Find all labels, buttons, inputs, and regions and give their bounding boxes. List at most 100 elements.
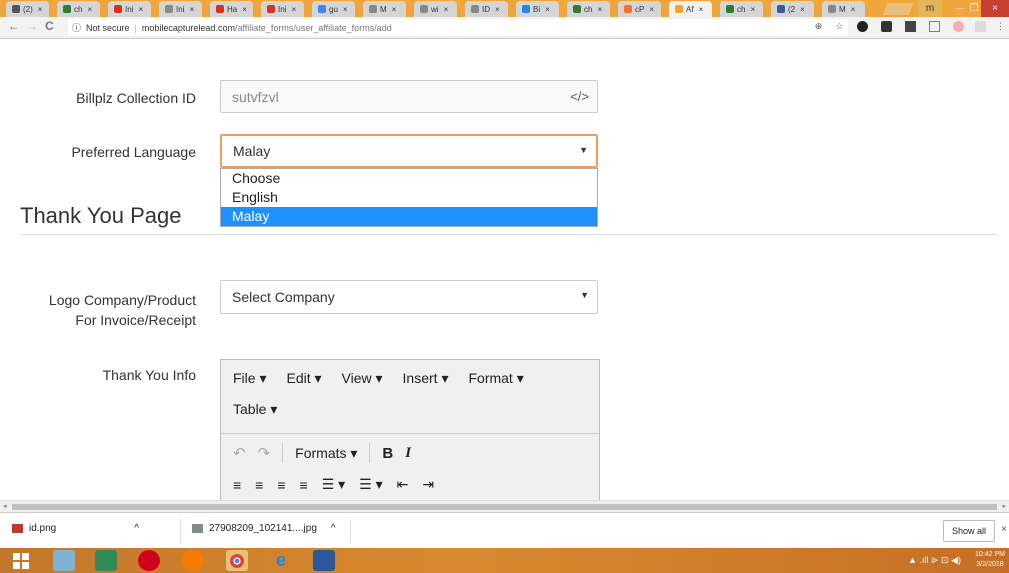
code-icon[interactable]: </> — [570, 89, 589, 104]
extension-gray-icon[interactable] — [975, 21, 986, 32]
menu-file[interactable]: File ▾ — [233, 370, 266, 397]
extension-n-icon[interactable] — [929, 21, 940, 32]
billplz-collection-input[interactable]: sutvfzvl </> — [220, 80, 598, 113]
file-explorer-icon[interactable] — [53, 550, 75, 571]
redo-icon[interactable]: ↷ — [258, 444, 271, 462]
menu-table[interactable]: Table ▾ — [233, 401, 277, 417]
browser-tab[interactable]: ch × — [567, 1, 610, 17]
tab-close-icon[interactable]: × — [392, 5, 397, 14]
indent-icon[interactable]: ⇥ — [422, 476, 434, 493]
outdent-icon[interactable]: ⇤ — [397, 476, 409, 493]
tab-close-icon[interactable]: × — [242, 5, 247, 14]
formats-dropdown[interactable]: Formats ▾ — [295, 445, 357, 462]
new-tab-button[interactable] — [882, 3, 914, 15]
tab-close-icon[interactable]: × — [444, 5, 449, 14]
url-field[interactable]: ⓘ Not secure | mobilecapturelead.com/aff… — [68, 19, 848, 36]
store-icon[interactable] — [95, 550, 117, 571]
tab-close-icon[interactable]: × — [495, 5, 500, 14]
browser-tab[interactable]: Ini × — [261, 1, 304, 17]
tab-close-icon[interactable]: × — [189, 5, 194, 14]
tab-close-icon[interactable]: × — [851, 5, 856, 14]
logo-company-select[interactable]: Select Company ▼ — [220, 280, 598, 314]
chevron-up-icon[interactable]: ^ — [331, 523, 336, 534]
extension-dark-icon[interactable] — [857, 21, 868, 32]
browser-tab[interactable]: (2 × — [771, 1, 814, 17]
browser-tab[interactable]: Ha × — [210, 1, 253, 17]
bold-button[interactable]: B — [382, 445, 393, 462]
rich-text-editor[interactable]: File ▾ Edit ▾ View ▾ Insert ▾ Format ▾ T… — [220, 359, 600, 500]
start-button[interactable] — [10, 550, 32, 571]
language-option-malay[interactable]: Malay — [221, 207, 597, 226]
scroll-left-arrow[interactable]: ◂ — [3, 502, 7, 510]
browser-tab[interactable]: Bi × — [516, 1, 559, 17]
clock[interactable]: 10:42 PM 3/2/2018 — [975, 550, 1005, 570]
align-justify-icon[interactable]: ≡ — [300, 477, 308, 493]
zoom-icon[interactable]: ⊕ — [813, 21, 824, 32]
bullet-list-icon[interactable]: ☰ ▾ — [322, 476, 345, 493]
word-icon[interactable] — [313, 550, 335, 571]
language-option-english[interactable]: English — [221, 188, 597, 207]
user-profile-button[interactable]: m — [918, 0, 942, 17]
numbered-list-icon[interactable]: ☰ ▾ — [359, 476, 382, 493]
tab-close-icon[interactable]: × — [699, 5, 704, 14]
tab-close-icon[interactable]: × — [38, 5, 43, 14]
browser-tab[interactable]: cP × — [618, 1, 661, 17]
menu-icon[interactable]: ⋮ — [995, 21, 1006, 32]
tab-close-icon[interactable]: × — [649, 5, 654, 14]
chrome-icon[interactable] — [226, 550, 248, 571]
browser-tab[interactable]: gu × — [312, 1, 355, 17]
info-icon[interactable]: ⓘ — [72, 21, 81, 34]
tab-close-icon[interactable]: × — [291, 5, 296, 14]
menu-view[interactable]: View ▾ — [342, 370, 383, 397]
tab-close-icon[interactable]: × — [750, 5, 755, 14]
firefox-icon[interactable] — [182, 550, 204, 571]
align-left-icon[interactable]: ≡ — [233, 477, 241, 493]
opera-icon[interactable] — [138, 550, 160, 571]
language-option-choose[interactable]: Choose — [221, 169, 597, 188]
tab-close-icon[interactable]: × — [87, 5, 92, 14]
scroll-right-arrow[interactable]: ▸ — [1002, 502, 1006, 510]
menu-format[interactable]: Format ▾ — [468, 370, 523, 397]
browser-tab[interactable]: wi × — [414, 1, 457, 17]
system-tray[interactable]: ▲ .ıll ⊳ ⊡ ◀) — [908, 555, 961, 566]
browser-tab[interactable]: M × — [363, 1, 406, 17]
browser-tab[interactable]: M × — [822, 1, 865, 17]
italic-button[interactable]: I — [405, 445, 411, 462]
undo-icon[interactable]: ↶ — [233, 444, 246, 462]
internet-explorer-icon[interactable]: e — [270, 550, 292, 571]
menu-insert[interactable]: Insert ▾ — [403, 370, 449, 397]
show-all-button[interactable]: Show all — [942, 520, 995, 542]
reload-button[interactable]: C — [45, 19, 54, 33]
browser-tab[interactable]: Af × — [669, 1, 712, 17]
scrollbar-thumb[interactable] — [12, 504, 997, 510]
browser-tab[interactable]: Ini × — [108, 1, 151, 17]
download-item[interactable]: 27908209_102141....jpg ^ — [192, 523, 336, 534]
align-center-icon[interactable]: ≡ — [255, 477, 263, 493]
browser-tab[interactable]: ID × — [465, 1, 508, 17]
tab-close-icon[interactable]: × — [138, 5, 143, 14]
close-download-bar-icon[interactable]: × — [1001, 524, 1007, 535]
menu-edit[interactable]: Edit ▾ — [286, 370, 321, 397]
tab-close-icon[interactable]: × — [800, 5, 805, 14]
toolbar-divider — [369, 443, 371, 463]
url-path: /affiliate_forms/user_affiliate_forms/ad… — [234, 22, 392, 33]
align-right-icon[interactable]: ≡ — [277, 477, 285, 493]
tab-close-icon[interactable]: × — [343, 5, 348, 14]
tab-close-icon[interactable]: × — [545, 5, 550, 14]
forward-button[interactable]: → — [26, 19, 38, 33]
horizontal-scrollbar[interactable]: ◂ ▸ — [0, 500, 1009, 512]
chevron-up-icon[interactable]: ^ — [134, 523, 139, 534]
download-item[interactable]: id.png ^ — [12, 523, 139, 534]
tab-close-icon[interactable]: × — [597, 5, 602, 14]
browser-tab[interactable]: ch × — [57, 1, 100, 17]
extension-pink-icon[interactable] — [953, 21, 964, 32]
close-window-button[interactable]: × — [981, 0, 1009, 17]
browser-tab[interactable]: (2) × — [6, 1, 49, 17]
star-icon[interactable]: ☆ — [834, 21, 845, 32]
browser-tab[interactable]: Ini × — [159, 1, 202, 17]
extension-box-icon[interactable] — [881, 21, 892, 32]
extension-bars-icon[interactable] — [905, 21, 916, 32]
preferred-language-select[interactable]: Malay ▼ — [220, 134, 598, 168]
browser-tab[interactable]: ch × — [720, 1, 763, 17]
back-button[interactable]: ← — [8, 19, 20, 33]
